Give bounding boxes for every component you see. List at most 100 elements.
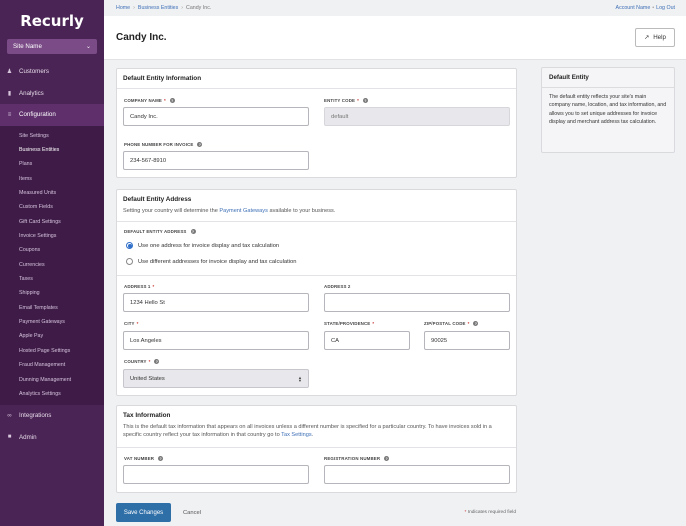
breadcrumb-current: Candy Inc. xyxy=(186,5,212,11)
breadcrumb-separator: › xyxy=(133,5,135,11)
help-tooltip-icon[interactable]: ? xyxy=(473,321,479,326)
radio-different-addresses[interactable]: Use different addresses for invoice disp… xyxy=(126,258,296,265)
subnav-item-email-templates[interactable]: Email Templates xyxy=(0,301,104,315)
field-label-text: CITY xyxy=(124,321,135,326)
sidebar: Recurly Site Name ⌄ ♟ Customers ▮ Analyt… xyxy=(0,0,104,526)
subnav-item-business-entities[interactable]: Business Entities xyxy=(0,143,104,157)
entity-info-card: Default Entity Information COMPANY NAME *… xyxy=(116,68,517,178)
account-name-link[interactable]: Account Name xyxy=(616,5,651,11)
top-bar: Home › Business Entities › Candy Inc. Accoun… xyxy=(104,0,686,16)
panel-title: Default Entity xyxy=(542,68,674,88)
subnav-item-shipping[interactable]: Shipping xyxy=(0,286,104,300)
required-field-note: * Indicates required field xyxy=(465,510,516,515)
subnav-item-fraud-management[interactable]: Fraud Management xyxy=(0,358,104,372)
link-icon: ∞ xyxy=(7,412,12,419)
default-address-label: DEFAULT ENTITY ADDRESS? xyxy=(124,229,196,234)
breadcrumb-separator: › xyxy=(181,5,184,11)
configuration-subnav: Site Settings Business Entities Plans It… xyxy=(0,125,104,406)
subtitle-text: available to your business. xyxy=(267,208,336,214)
city-input[interactable]: Los Angeles xyxy=(123,331,309,350)
sidebar-item-customers[interactable]: ♟ Customers xyxy=(0,61,104,83)
help-tooltip-icon[interactable]: ? xyxy=(362,98,368,103)
users-icon: ♟ xyxy=(6,69,13,76)
subnav-item-payment-gateways[interactable]: Payment Gateways xyxy=(0,315,104,329)
logout-link[interactable]: Log Out xyxy=(656,5,675,11)
radio-one-address[interactable]: Use one address for invoice display and … xyxy=(126,242,279,249)
radio-button[interactable] xyxy=(126,242,133,249)
radio-button[interactable] xyxy=(126,258,133,265)
state-input[interactable]: CA xyxy=(324,331,410,350)
subnav-item-dunning-management[interactable]: Dunning Management xyxy=(0,372,104,386)
external-link-icon: ↗ xyxy=(644,34,650,41)
help-tooltip-icon[interactable]: ? xyxy=(158,456,164,461)
breadcrumb-business-entities[interactable]: Business Entities xyxy=(138,5,178,11)
tax-settings-link[interactable]: Tax Settings xyxy=(281,432,311,438)
sidebar-item-analytics[interactable]: ▮ Analytics xyxy=(0,83,104,105)
sidebar-item-label: Admin xyxy=(19,433,37,441)
subnav-item-invoice-settings[interactable]: Invoice Settings xyxy=(0,229,104,243)
section-divider xyxy=(117,275,516,276)
address1-input[interactable]: 1234 Hello St xyxy=(123,293,309,312)
card-header: Default Entity Address Setting your coun… xyxy=(117,190,516,222)
save-changes-button[interactable]: Save Changes xyxy=(116,503,171,522)
subnav-item-analytics-settings[interactable]: Analytics Settings xyxy=(0,387,104,401)
payment-gateways-link[interactable]: Payment Gateways xyxy=(219,208,268,214)
required-asterisk: * xyxy=(357,98,359,103)
required-asterisk: * xyxy=(467,321,470,326)
sort-arrows-icon: ▲ ▼ xyxy=(298,374,302,383)
form-footer: Save Changes Cancel * Indicates required… xyxy=(116,503,516,522)
vat-number-input[interactable] xyxy=(123,465,309,484)
required-asterisk: * xyxy=(148,359,151,364)
subnav-item-plans[interactable]: Plans xyxy=(0,157,104,171)
required-asterisk: * xyxy=(152,284,155,289)
field-label-text: STATE/PROVIDENCE xyxy=(324,321,371,326)
sidebar-item-integrations[interactable]: ∞ Integrations xyxy=(0,405,104,427)
help-tooltip-icon[interactable]: ? xyxy=(384,456,390,461)
state-label: STATE/PROVIDENCE * xyxy=(324,321,374,326)
field-label-text: ADDRESS 1 xyxy=(124,284,151,289)
field-label-text: ADDRESS 2 xyxy=(324,284,351,289)
tax-info-card: Tax Information This is the default tax … xyxy=(116,405,517,493)
default-entity-info-panel: Default Entity The default entity reflec… xyxy=(541,67,675,153)
registration-number-input[interactable] xyxy=(324,465,510,484)
subnav-item-apple-pay[interactable]: Apple Pay xyxy=(0,329,104,343)
field-label-text: REGISTRATION NUMBER xyxy=(324,456,381,461)
subnav-item-measured-units[interactable]: Measured Units xyxy=(0,186,104,200)
cancel-link[interactable]: Cancel xyxy=(183,510,201,516)
subnav-item-items[interactable]: Items xyxy=(0,172,104,186)
subtitle-text: Setting your country will determine the xyxy=(123,208,220,214)
subnav-item-hosted-page-settings[interactable]: Hosted Page Settings xyxy=(0,344,104,358)
required-asterisk: * xyxy=(136,321,139,326)
country-select[interactable]: United States ▲ ▼ xyxy=(123,369,309,388)
subtitle-text: . xyxy=(311,432,314,439)
lock-icon: ■ xyxy=(7,434,12,441)
company-name-input[interactable]: Candy Inc. xyxy=(123,107,309,126)
subnav-item-taxes[interactable]: Taxes xyxy=(0,272,104,286)
page-header: Candy Inc. ↗ Help xyxy=(104,16,686,60)
address2-input[interactable] xyxy=(324,293,510,312)
sidebar-item-configuration[interactable]: ≡ Configuration xyxy=(0,104,104,126)
subnav-item-coupons[interactable]: Coupons xyxy=(0,243,104,257)
help-button[interactable]: ↗ Help xyxy=(635,28,675,47)
brand-logo[interactable]: Recurly xyxy=(0,0,104,36)
breadcrumb-home[interactable]: Home xyxy=(116,5,130,11)
subnav-item-gift-card-settings[interactable]: Gift Card Settings xyxy=(0,215,104,229)
page-title: Candy Inc. xyxy=(116,32,167,43)
address2-label: ADDRESS 2 xyxy=(324,284,350,289)
radio-label: Use different addresses for invoice disp… xyxy=(138,258,297,265)
zip-input[interactable]: 90025 xyxy=(424,331,510,350)
sidebar-item-admin[interactable]: ■ Admin xyxy=(0,427,104,449)
country-select-value: United States xyxy=(130,375,165,382)
help-tooltip-icon[interactable]: ? xyxy=(197,142,203,147)
site-selector-label: Site Name xyxy=(13,43,42,50)
subnav-item-currencies[interactable]: Currencies xyxy=(0,258,104,272)
card-title: Tax Information xyxy=(123,412,171,419)
subnav-item-custom-fields[interactable]: Custom Fields xyxy=(0,200,104,214)
phone-input[interactable]: 234-567-8910 xyxy=(123,151,309,170)
site-selector[interactable]: Site Name ⌄ xyxy=(7,39,97,54)
subnav-item-site-settings[interactable]: Site Settings xyxy=(0,129,104,143)
help-tooltip-icon[interactable]: ? xyxy=(190,229,196,234)
help-tooltip-icon[interactable]: ? xyxy=(154,359,160,364)
help-tooltip-icon[interactable]: ? xyxy=(169,98,175,103)
card-header: Default Entity Information xyxy=(117,69,516,89)
